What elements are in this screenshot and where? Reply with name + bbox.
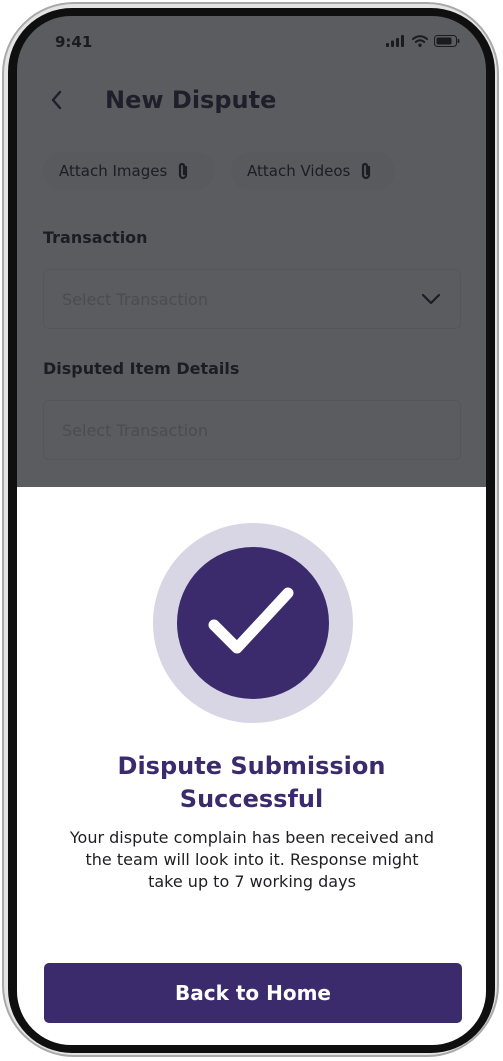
transaction-select[interactable]: Select Transaction <box>43 269 461 329</box>
page-header: New Dispute <box>17 84 486 124</box>
battery-icon <box>434 35 460 47</box>
success-title: Dispute Submission Successful <box>17 750 486 816</box>
transaction-label: Transaction <box>43 228 148 247</box>
attach-images-button[interactable]: Attach Images <box>43 152 215 190</box>
success-title-line: Successful <box>179 785 324 813</box>
status-icons <box>386 35 460 47</box>
success-disc <box>177 547 329 699</box>
wifi-icon <box>412 35 428 47</box>
chevron-down-icon <box>421 293 441 305</box>
item-details-placeholder: Select Transaction <box>62 420 208 440</box>
back-to-home-button[interactable]: Back to Home <box>44 963 462 1023</box>
success-message: Your dispute complain has been received … <box>57 827 447 893</box>
page-title: New Dispute <box>105 86 277 114</box>
success-message-line: Your dispute complain has been received … <box>69 828 435 847</box>
back-arrow-icon[interactable] <box>45 88 69 112</box>
success-message-line: the team will look into it. Response mig… <box>85 850 419 869</box>
attach-videos-button[interactable]: Attach Videos <box>231 152 395 190</box>
attach-images-label: Attach Images <box>59 162 168 180</box>
success-message-line: take up to 7 working days <box>148 872 356 891</box>
success-title-line: Dispute Submission <box>117 752 386 780</box>
item-details-label: Disputed Item Details <box>43 359 240 378</box>
paperclip-icon <box>362 162 371 180</box>
item-details-select[interactable]: Select Transaction <box>43 400 461 460</box>
attach-videos-label: Attach Videos <box>247 162 351 180</box>
transaction-placeholder: Select Transaction <box>62 289 208 309</box>
status-bar: 9:41 <box>17 16 486 68</box>
phone-screen: 9:41 New Dispute Attach Images Attach Vi… <box>17 16 486 1045</box>
success-ring <box>153 523 353 723</box>
status-time: 9:41 <box>55 33 93 51</box>
signal-icon <box>386 35 404 47</box>
checkmark-icon <box>208 587 294 654</box>
paperclip-icon <box>179 162 188 180</box>
success-sheet: Dispute Submission Successful Your dispu… <box>17 487 486 1045</box>
